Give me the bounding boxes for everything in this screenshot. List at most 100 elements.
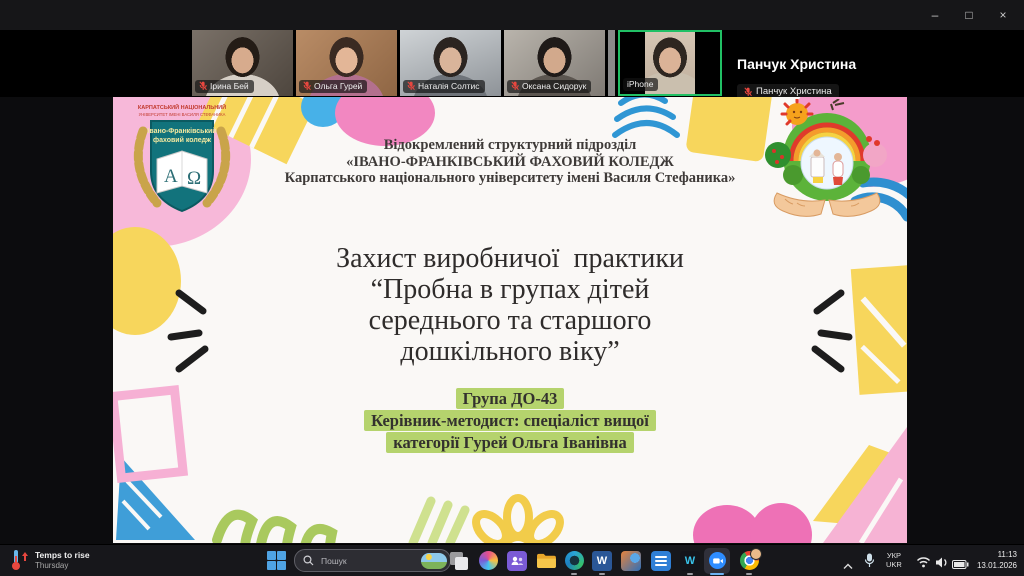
webex-button[interactable]: W	[677, 548, 703, 574]
participant-tile[interactable]: Наталія Солтис	[400, 30, 501, 96]
maximize-icon: □	[965, 8, 972, 22]
people-icon	[507, 551, 527, 571]
participant-name-pill: Оксана Сидорук	[507, 80, 591, 93]
participant-tile[interactable]: Оксана Сидорук	[504, 30, 605, 96]
active-speaker-name: Панчук Христина	[737, 56, 856, 72]
tray-date: 13.01.2026	[977, 561, 1017, 572]
credit-line: Група ДО-43	[456, 388, 565, 409]
cloud-app-button[interactable]	[618, 548, 644, 574]
participant-name: Ірина Бей	[210, 81, 249, 91]
muted-mic-icon	[199, 81, 207, 91]
profile-avatar	[750, 548, 762, 560]
slide-credits: Група ДО-43 Керівник-методист: спеціаліс…	[113, 387, 907, 453]
zoom-icon	[704, 548, 730, 574]
chrome-icon	[740, 551, 759, 570]
start-icon	[277, 551, 286, 560]
copilot-icon	[479, 551, 498, 570]
start-icon	[277, 561, 286, 570]
microphone-icon	[864, 553, 875, 568]
widget-headline: Temps to rise	[35, 550, 90, 561]
start-icon	[267, 551, 276, 560]
participant-name-pill: Ольга Гурей	[299, 80, 367, 93]
video-camera-icon	[711, 554, 724, 567]
browser-app-button[interactable]	[561, 548, 587, 574]
tray-chevron-button[interactable]	[843, 557, 853, 575]
crest-university-line2: УНІВЕРСИТЕТ ІМЕНІ ВАСИЛЯ СТЕФАНИКА	[139, 112, 226, 117]
task-view-icon-front	[455, 557, 468, 570]
wifi-button[interactable]	[916, 555, 931, 573]
search-weather-thumbnail	[421, 553, 447, 569]
minimize-button[interactable]: –	[918, 0, 952, 30]
header-line: Карпатського національного університету …	[113, 170, 907, 187]
browser-icon	[565, 551, 584, 570]
crest-college-line1: Івано-Франківський	[147, 127, 216, 135]
chrome-button[interactable]	[736, 548, 762, 574]
language-indicator[interactable]: УКР UKR	[886, 551, 902, 569]
battery-button[interactable]	[952, 556, 969, 574]
participant-name: iPhone	[627, 79, 653, 89]
zoom-app-button[interactable]	[704, 548, 730, 574]
people-app-button[interactable]	[504, 548, 530, 574]
tray-clock[interactable]: 11:13 13.01.2026	[977, 550, 1017, 571]
header-line: Відокремлений структурний підрозділ	[113, 137, 907, 154]
file-explorer-button[interactable]	[533, 548, 559, 574]
language-line1: УКР	[886, 551, 902, 560]
volume-button[interactable]	[935, 555, 948, 573]
active-speaker-pill-name: Панчук Христина	[756, 86, 832, 97]
weather-widget[interactable]: Temps to rise Thursday	[9, 549, 90, 571]
slide-main-title: Захист виробничої практики “Пробна в гру…	[113, 243, 907, 367]
word-button[interactable]: W	[589, 548, 615, 574]
close-icon: ×	[999, 8, 1006, 22]
webex-icon: W	[680, 551, 700, 571]
participant-strip: Ірина Бей Ольга Гурей Наталія Солтис	[0, 30, 1024, 97]
blue-app-button[interactable]	[648, 548, 674, 574]
muted-mic-icon	[511, 81, 519, 91]
maximize-button[interactable]: □	[952, 0, 986, 30]
cloud-app-icon	[621, 551, 641, 571]
participant-tile[interactable]: Ольга Гурей	[296, 30, 397, 96]
participant-name: Наталія Солтис	[418, 81, 480, 91]
window-titlebar: – □ ×	[0, 0, 1024, 30]
active-app-indicator	[710, 573, 724, 576]
search-icon	[303, 555, 314, 566]
header-line: «ІВАНО-ФРАНКІВСЬКИЙ ФАХОВИЙ КОЛЕДЖ	[113, 154, 907, 171]
speaker-icon	[935, 557, 948, 568]
tray-microphone-button[interactable]	[864, 553, 875, 573]
start-button[interactable]	[267, 551, 286, 570]
participant-tile[interactable]: Ірина Бей	[192, 30, 293, 96]
thermometer-icon	[9, 549, 29, 571]
participant-tiles: Ірина Бей Ольга Гурей Наталія Солтис	[192, 30, 722, 96]
partial-participant-tile[interactable]	[608, 30, 615, 96]
title-line: дошкільного віку”	[113, 336, 907, 367]
credit-line: Керівник-методист: спеціаліст вищої	[364, 410, 656, 431]
search-input[interactable]	[319, 555, 421, 567]
muted-mic-icon	[303, 81, 311, 91]
taskbar-search[interactable]	[294, 549, 451, 572]
close-button[interactable]: ×	[986, 0, 1020, 30]
shared-presentation-slide: КАРПАТСЬКИЙ НАЦІОНАЛЬНИЙ УНІВЕРСИТЕТ ІМЕ…	[113, 97, 907, 543]
active-speaker-tile[interactable]: iPhone	[618, 30, 722, 96]
participant-name-pill: iPhone	[623, 78, 658, 91]
zoom-meeting-window: – □ × Ірина Бей Ольга Гурей	[0, 0, 1024, 576]
running-indicator	[571, 573, 577, 576]
title-line: середнього та старшого	[113, 305, 907, 336]
running-indicator	[687, 573, 693, 576]
running-indicator	[599, 573, 605, 576]
folder-icon	[536, 552, 556, 569]
running-indicator	[746, 573, 752, 576]
blue-app-icon	[651, 551, 671, 571]
participant-name-pill: Наталія Солтис	[403, 80, 485, 93]
chevron-up-icon	[843, 563, 853, 570]
start-icon	[267, 561, 276, 570]
participant-name: Ольга Гурей	[314, 81, 362, 91]
muted-mic-icon	[744, 87, 752, 97]
widget-subtext: Thursday	[35, 561, 90, 571]
title-line: Захист виробничої практики	[113, 243, 907, 274]
task-view-button[interactable]	[446, 548, 472, 574]
battery-icon	[952, 560, 969, 569]
copilot-button[interactable]	[475, 548, 501, 574]
window-controls: – □ ×	[918, 0, 1020, 30]
word-icon: W	[592, 551, 612, 571]
tray-time: 11:13	[977, 550, 1017, 561]
minimize-icon: –	[932, 8, 939, 22]
